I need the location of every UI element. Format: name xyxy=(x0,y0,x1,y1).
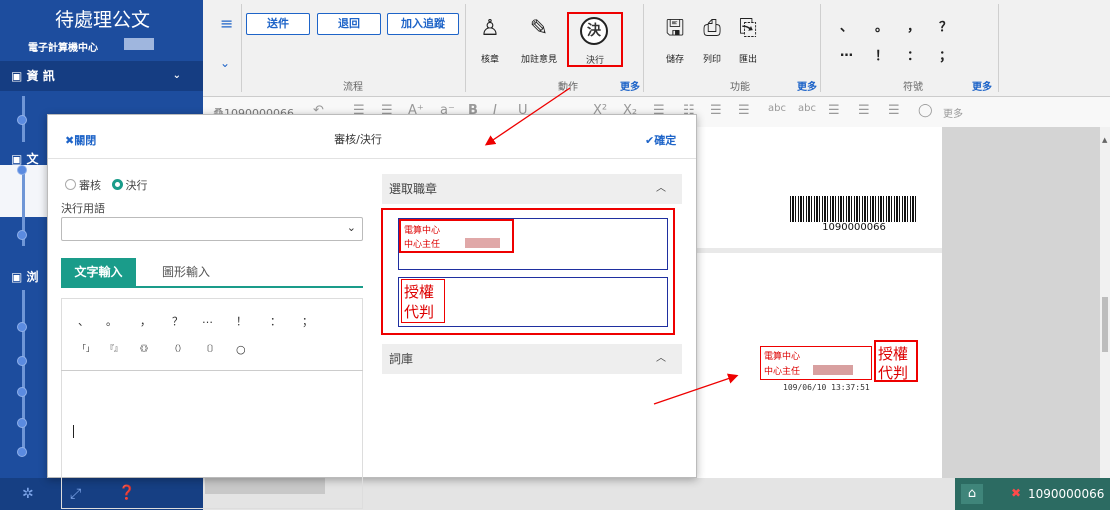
arrow-dialog-to-document xyxy=(653,373,739,405)
annotation-arrows xyxy=(484,87,739,405)
arrow-toolbar-to-dialog xyxy=(484,87,571,146)
